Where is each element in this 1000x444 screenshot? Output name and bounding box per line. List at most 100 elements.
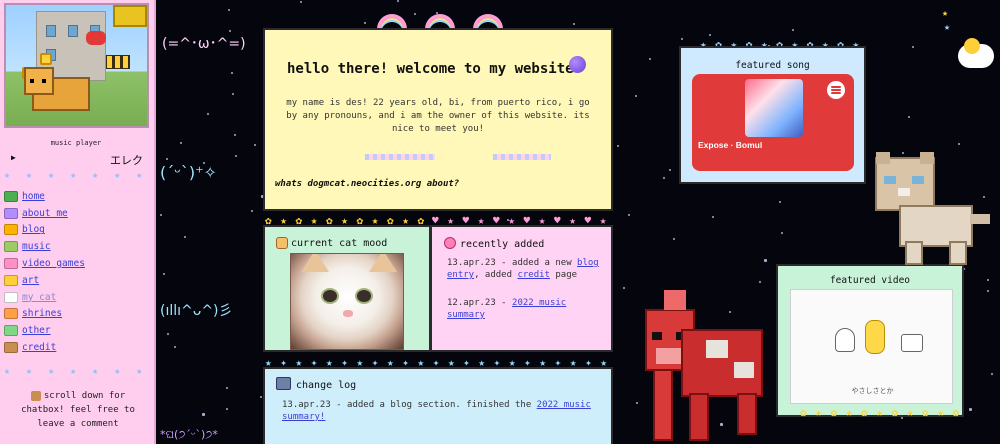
sidebar-item-art[interactable]: art [4, 272, 152, 289]
doodle-girl [865, 320, 885, 354]
spotify-icon[interactable] [827, 81, 845, 99]
welcome-panel: hello there! welcome to my website my na… [263, 28, 613, 211]
sidebar-item-label[interactable]: shrines [22, 308, 62, 319]
star-dot [780, 232, 783, 234]
star-dot [663, 176, 666, 179]
star-dot [184, 236, 187, 239]
sidebar-item-label[interactable]: music [22, 241, 51, 252]
sidebar: music player ▶ エレク ★ ★ ★ ★ ★ ★ ★ ★ ★ hom… [0, 0, 156, 444]
sidebar-item-label[interactable]: credit [22, 342, 56, 353]
credit-link[interactable]: credit [517, 270, 550, 280]
flower-icon [4, 207, 18, 219]
controller-icon [4, 258, 18, 270]
record-player-icon [4, 241, 18, 253]
change-log-entry: 13.apr.23 - added a blog section. finish… [282, 400, 591, 422]
cat-plush-image [875, 152, 990, 265]
star-dot [669, 169, 672, 172]
star-dot [180, 142, 183, 145]
leaf-icon [4, 190, 18, 202]
star-dot [233, 134, 236, 137]
sidebar-item-about-me[interactable]: about me [4, 205, 152, 222]
play-button[interactable]: ▶ [11, 153, 16, 162]
star-dot [231, 92, 234, 95]
spotify-embed[interactable]: Expose · Bomul [692, 74, 854, 171]
star-divider: ★ ★ ★ ★ ★ ★ ★ ★ ★ [4, 366, 152, 377]
rainbow-decoration [375, 11, 505, 29]
star-dot [167, 332, 170, 335]
star-icon: ★ [942, 8, 949, 19]
recent-entry: 13.apr.23 - added a new blog entry, adde… [447, 258, 599, 280]
star-dot [764, 258, 768, 262]
sidebar-item-shrines[interactable]: shrines [4, 306, 152, 323]
star-dot [711, 216, 714, 219]
star-dot [987, 289, 990, 292]
star-dot [708, 33, 711, 36]
star-dot [228, 9, 231, 12]
star-dot [229, 30, 232, 33]
sidebar-item-label[interactable]: art [22, 275, 39, 286]
star-dot [234, 155, 237, 158]
grape-icon [569, 56, 586, 73]
star-dot [225, 386, 228, 389]
computer-icon [276, 377, 291, 390]
featured-video-panel: featured video やさしさとか [776, 264, 964, 417]
doodle-cat [835, 328, 855, 352]
palette-icon [4, 274, 18, 286]
star-dot [623, 287, 626, 290]
star-dot [779, 200, 782, 203]
recent-entries: 13.apr.23 - added a new blog entry, adde… [447, 257, 607, 337]
recent-entry: 12.apr.23 - 2022 music summary [447, 298, 567, 320]
star-dot [911, 46, 914, 49]
sidebar-item-label[interactable]: other [22, 325, 51, 336]
sparkle-divider [365, 154, 435, 160]
sidebar-item-blog[interactable]: blog [4, 222, 152, 239]
star-divider: ★ ★ ★ ★ ★ ★ ★ ★ ★ [4, 170, 152, 181]
sidebar-item-my-cat[interactable]: my cat [4, 289, 152, 306]
star-dot [681, 37, 684, 40]
now-playing-title: エレク [110, 154, 143, 167]
star-dot [986, 279, 989, 282]
music-player-artwork [4, 3, 149, 128]
sidebar-item-home[interactable]: home [4, 188, 152, 205]
star-dot [231, 71, 233, 74]
sidebar-item-other[interactable]: other [4, 322, 152, 339]
sidebar-item-label[interactable]: about me [22, 208, 68, 219]
track-title[interactable]: Expose · Bomul [698, 140, 762, 150]
star-dot [648, 58, 651, 61]
change-log-title: change log [296, 380, 357, 391]
sleepy-cloud-icon [958, 38, 994, 68]
star-dot [160, 214, 163, 217]
star-dot [792, 29, 795, 32]
star-dot [968, 407, 972, 411]
sidebar-item-label[interactable]: my cat [22, 292, 56, 303]
featured-video-title: featured video [829, 275, 911, 286]
video-embed[interactable]: やさしさとか [790, 289, 953, 404]
kaomoji-2: (ˊᵕˋ)⁺✧ [160, 163, 217, 182]
star-dot [990, 373, 993, 376]
sidebar-item-label[interactable]: home [22, 191, 45, 202]
cat-photo [290, 253, 404, 350]
note-icon [30, 390, 41, 401]
star-dot [163, 272, 166, 275]
sidebar-item-credit[interactable]: credit [4, 339, 152, 356]
sparkle-divider [493, 154, 551, 160]
star-dot [363, 22, 366, 25]
present-icon [4, 325, 18, 337]
sidebar-item-label[interactable]: blog [22, 224, 45, 235]
mooshroom-plush-image [645, 290, 763, 441]
star-icon: ★ [944, 22, 951, 33]
sidebar-nav: home about me blog music video games art my ca… [4, 188, 152, 356]
sidebar-item-label[interactable]: video games [22, 258, 85, 269]
star-dot [672, 237, 675, 240]
sidebar-item-video-games[interactable]: video games [4, 255, 152, 272]
star-garland: ✿ ★ ✿ ★ ✿ ★ ✿ ★ ✿ ★ ✿ [800, 406, 961, 418]
star-dot [165, 158, 168, 161]
recently-added-title: recently added [460, 239, 545, 250]
sidebar-item-music[interactable]: music [4, 238, 152, 255]
star-dot [299, 1, 302, 4]
featured-song-title: featured song [735, 60, 810, 71]
welcome-title: hello there! welcome to my website [287, 61, 574, 77]
star-dot [572, 22, 575, 25]
star-dot [254, 144, 257, 147]
doodle-tv [901, 334, 923, 352]
